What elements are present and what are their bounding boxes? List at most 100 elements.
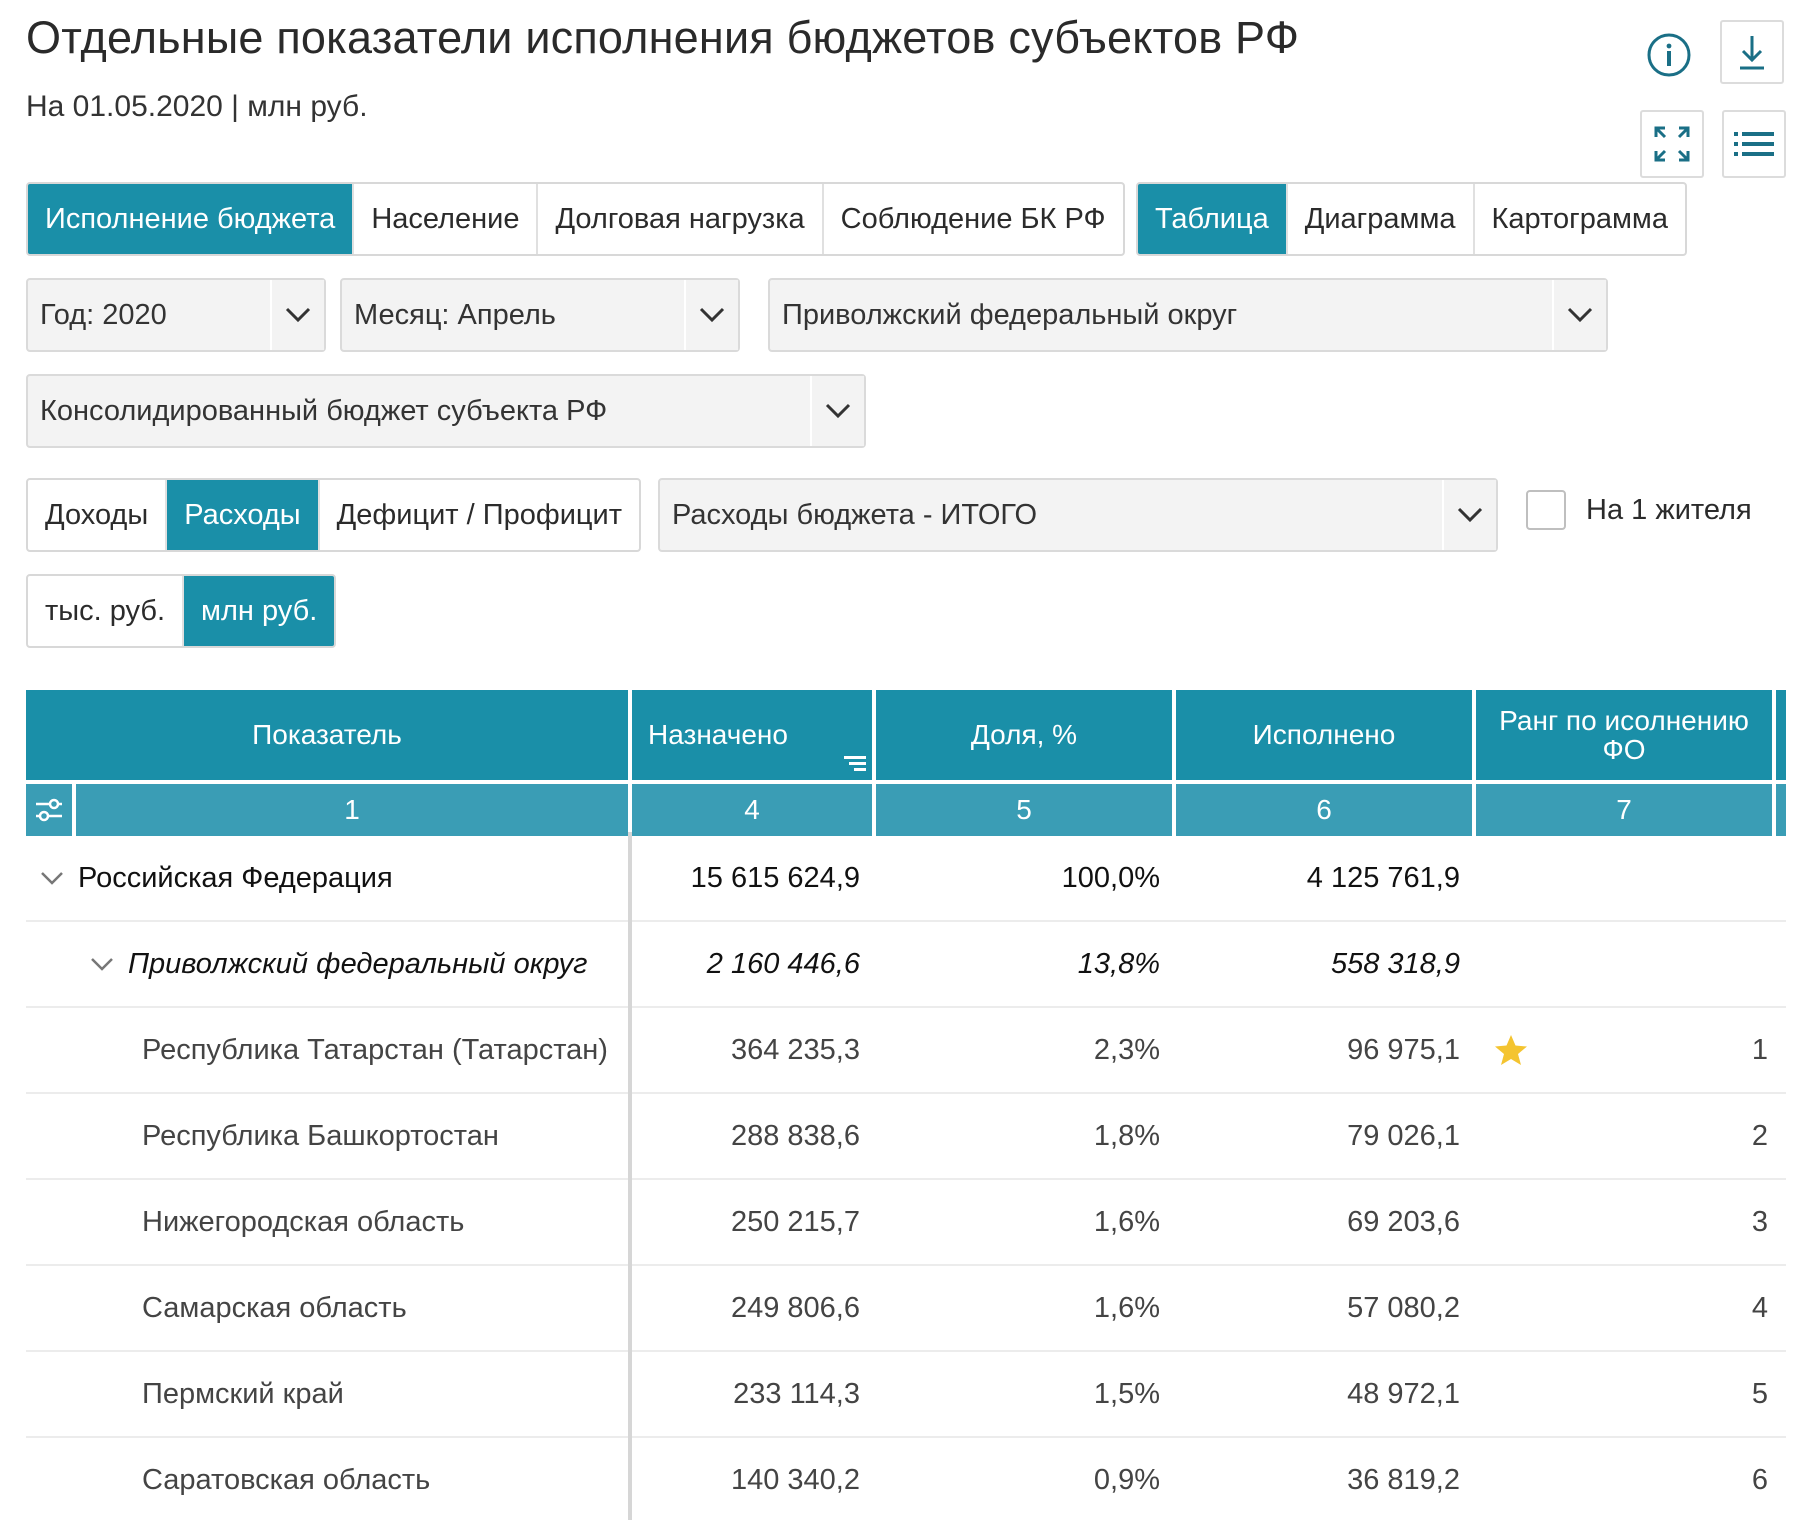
tab-deficit-surplus[interactable]: Дефицит / Профицит [320, 480, 639, 550]
cell-assigned: 250 215,7 [730, 1205, 860, 1238]
cell-executed: 48 972,1 [1347, 1377, 1460, 1410]
table-row[interactable]: Республика Татарстан (Татарстан) 364 235… [26, 1008, 1786, 1094]
budget-select[interactable]: Консолидированный бюджет субъекта РФ [26, 374, 866, 448]
cell-executed: 79 026,1 [1347, 1119, 1460, 1152]
info-icon [1647, 33, 1691, 77]
tab-diagram[interactable]: Диаграмма [1288, 184, 1475, 254]
col-header-share[interactable]: Доля, % [876, 690, 1172, 780]
col-index-assigned: 4 [744, 794, 760, 826]
col-index-executed: 6 [1316, 794, 1332, 826]
fullscreen-icon [1654, 126, 1690, 162]
cell-rank [1476, 922, 1768, 1006]
row-name: Нижегородская область [142, 1205, 465, 1238]
cell-share: 1,6% [1093, 1291, 1160, 1324]
table-row[interactable]: Самарская область 249 806,6 1,6% 57 080,… [26, 1266, 1786, 1352]
year-select[interactable]: Год: 2020 [26, 278, 326, 352]
per-capita-toggle[interactable]: На 1 жителя [1526, 490, 1752, 530]
data-table: Показатель Назначено Доля, % Исполнено Р… [26, 690, 1786, 1520]
tab-million-rub[interactable]: млн руб. [184, 576, 335, 646]
tab-debt-load[interactable]: Долговая нагрузка [538, 184, 824, 254]
col-header-indicator[interactable]: Показатель [26, 690, 628, 780]
cell-rank: 4 [1751, 1291, 1768, 1324]
page-title: Отдельные показатели исполнения бюджетов… [26, 12, 1300, 63]
budget-select-value: Консолидированный бюджет субъекта РФ [40, 394, 608, 427]
cell-rank: 5 [1751, 1377, 1768, 1410]
list-button[interactable] [1722, 110, 1786, 178]
per-capita-checkbox[interactable] [1526, 490, 1566, 530]
view-tabs: Исполнение бюджета Население Долговая на… [26, 182, 1125, 256]
cell-executed: 69 203,6 [1347, 1205, 1460, 1238]
table-row[interactable]: Саратовская область 140 340,2 0,9% 36 81… [26, 1438, 1786, 1520]
display-tabs: Таблица Диаграмма Картограмма [1136, 182, 1687, 256]
tab-cartogram[interactable]: Картограмма [1475, 184, 1685, 254]
cell-rank: 2 [1751, 1119, 1768, 1152]
col-header-assigned[interactable]: Назначено [632, 690, 872, 780]
cell-executed: 96 975,1 [1347, 1033, 1460, 1066]
chevron-down-icon [1552, 280, 1606, 350]
row-name: Республика Башкортостан [142, 1119, 499, 1152]
cell-share: 0,9% [1093, 1463, 1160, 1496]
cell-rank: 3 [1751, 1205, 1768, 1238]
cell-assigned: 15 615 624,9 [690, 861, 860, 894]
col-index-indicator: 1 [344, 794, 360, 826]
tab-table[interactable]: Таблица [1138, 184, 1288, 254]
fullscreen-button[interactable] [1640, 110, 1704, 178]
sort-icon[interactable] [844, 754, 866, 772]
chevron-down-icon [270, 280, 324, 350]
table-index-row: 1 4 5 6 7 [26, 784, 1786, 836]
frozen-column-divider[interactable] [628, 832, 632, 1520]
col-header-executed[interactable]: Исполнено [1176, 690, 1472, 780]
download-button[interactable] [1720, 20, 1784, 84]
info-button[interactable] [1640, 26, 1698, 84]
col-index-share: 5 [1016, 794, 1032, 826]
cell-executed: 558 318,9 [1330, 947, 1460, 980]
chevron-down-icon [810, 376, 864, 446]
col-index-rank: 7 [1616, 794, 1632, 826]
chevron-down-icon[interactable] [40, 871, 64, 885]
row-name: Пермский край [142, 1377, 344, 1410]
tab-expenses[interactable]: Расходы [167, 480, 320, 550]
row-name-cell: Приволжский федеральный округ [90, 922, 620, 1006]
tab-bk-compliance[interactable]: Соблюдение БК РФ [824, 184, 1123, 254]
list-icon [1734, 132, 1774, 156]
type-tabs: Доходы Расходы Дефицит / Профицит [26, 478, 641, 552]
cell-rank: 6 [1751, 1463, 1768, 1496]
cell-assigned: 249 806,6 [730, 1291, 860, 1324]
chevron-down-icon [1442, 480, 1496, 550]
month-select[interactable]: Месяц: Апрель [340, 278, 740, 352]
cell-share: 13,8% [1077, 947, 1160, 980]
month-select-value: Месяц: Апрель [354, 298, 556, 331]
year-select-value: Год: 2020 [40, 298, 167, 331]
tab-thousand-rub[interactable]: тыс. руб. [28, 576, 185, 646]
region-select[interactable]: Приволжский федеральный округ [768, 278, 1608, 352]
cell-share: 1,8% [1093, 1119, 1160, 1152]
cell-assigned: 140 340,2 [730, 1463, 860, 1496]
tab-income[interactable]: Доходы [28, 480, 168, 550]
row-name: Приволжский федеральный округ [128, 947, 588, 980]
cell-assigned: 2 160 446,6 [706, 947, 860, 980]
row-name: Республика Татарстан (Татарстан) [142, 1033, 608, 1066]
tab-budget-execution[interactable]: Исполнение бюджета [28, 184, 355, 254]
cell-executed: 36 819,2 [1347, 1463, 1460, 1496]
unit-tabs: тыс. руб. млн руб. [26, 574, 337, 648]
chevron-down-icon[interactable] [90, 957, 114, 971]
table-row[interactable]: Пермский край 233 114,3 1,5% 48 972,1 5 [26, 1352, 1786, 1438]
table-row[interactable]: Приволжский федеральный округ 2 160 446,… [26, 922, 1786, 1008]
column-settings-button[interactable] [26, 784, 72, 836]
cell-assigned: 233 114,3 [733, 1377, 860, 1410]
table-row[interactable]: Российская Федерация 15 615 624,9 100,0%… [26, 836, 1786, 922]
table-row[interactable]: Нижегородская область 250 215,7 1,6% 69 … [26, 1180, 1786, 1266]
table-row[interactable]: Республика Башкортостан 288 838,6 1,8% 7… [26, 1094, 1786, 1180]
cell-share: 100,0% [1061, 861, 1160, 894]
row-name-cell: Российская Федерация [40, 836, 620, 920]
cell-rank [1476, 836, 1768, 920]
cell-rank: 1 [1751, 1033, 1768, 1066]
col-header-assigned-label: Назначено [648, 719, 788, 751]
row-name: Самарская область [142, 1291, 407, 1324]
tab-population[interactable]: Население [354, 184, 539, 254]
indicator-select[interactable]: Расходы бюджета - ИТОГО [658, 478, 1498, 552]
cell-share: 2,3% [1093, 1033, 1160, 1066]
cell-executed: 4 125 761,9 [1306, 861, 1460, 894]
col-header-rank[interactable]: Ранг по исолнению ФО [1476, 690, 1772, 780]
row-name: Саратовская область [142, 1463, 431, 1496]
